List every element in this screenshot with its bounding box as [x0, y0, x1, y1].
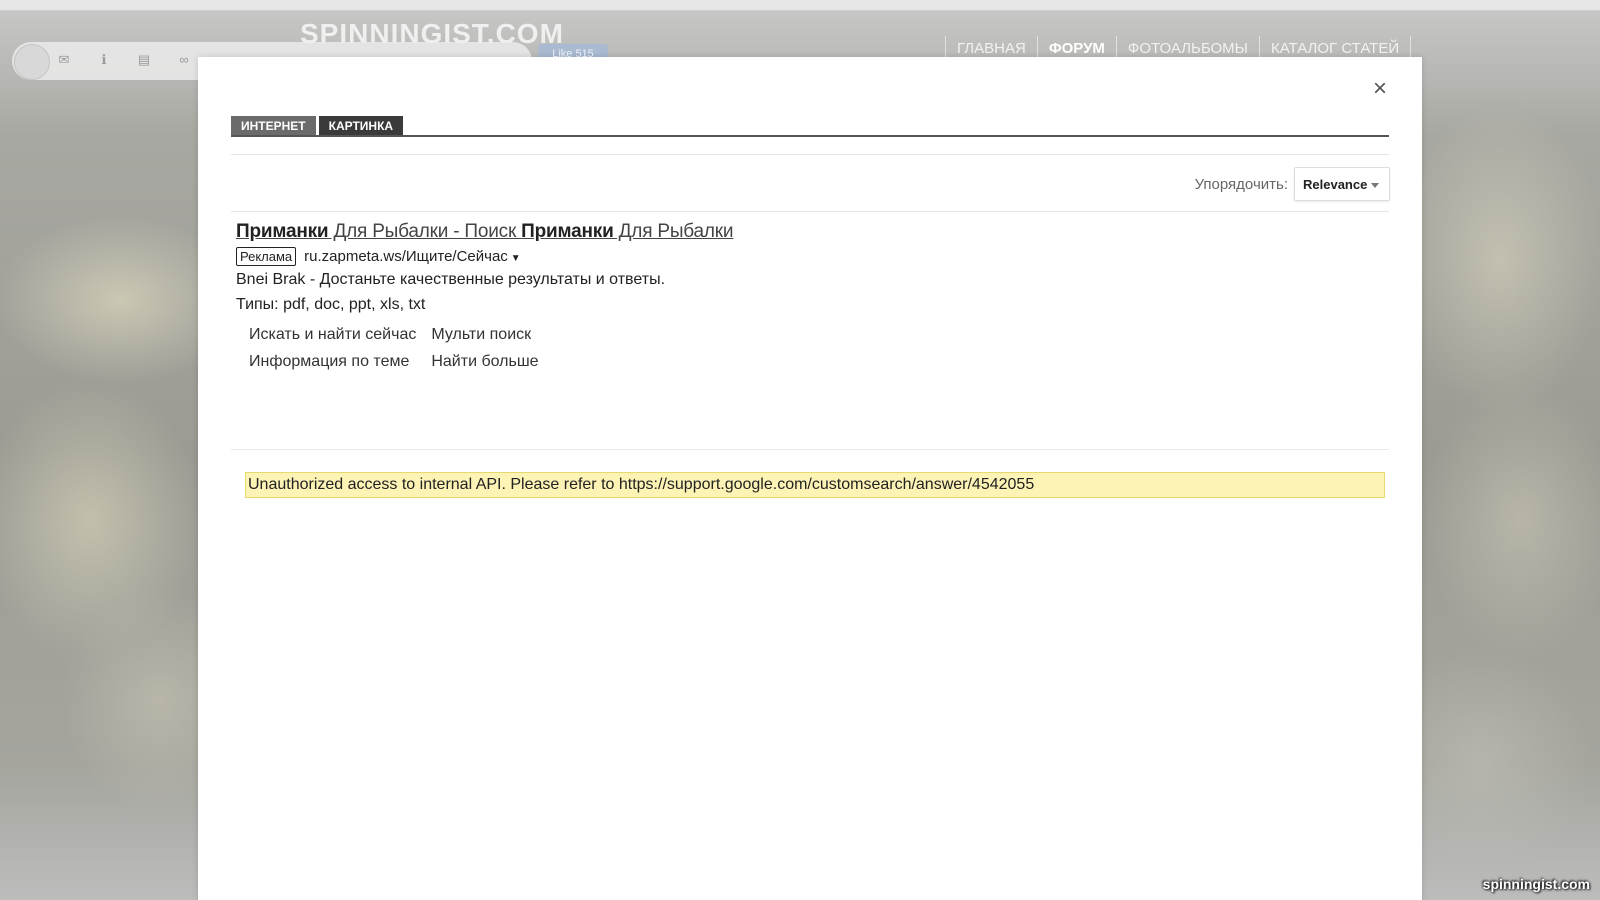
- nav-item-photo-albums[interactable]: ФОТОАЛЬБОМЫ: [1117, 36, 1260, 58]
- site-nav: ГЛАВНАЯ ФОРУМ ФОТОАЛЬБОМЫ КАТАЛОГ СТАТЕЙ: [945, 36, 1412, 58]
- sitelink-topic-info[interactable]: Информация по теме: [249, 352, 416, 372]
- mail-icon[interactable]: ✉: [56, 52, 72, 68]
- tab-image[interactable]: КАРТИНКА: [318, 116, 404, 135]
- ad-file-types: Типы: pdf, doc, ppt, xls, txt: [236, 296, 426, 313]
- sort-selected-value: Relevance: [1303, 177, 1368, 192]
- info-icon[interactable]: ℹ: [96, 52, 112, 68]
- error-message: Unauthorized access to internal API. Ple…: [245, 472, 1385, 498]
- sort-label: Упорядочить:: [1194, 175, 1288, 193]
- dropdown-arrow-icon[interactable]: ▼: [511, 253, 521, 264]
- avatar[interactable]: [14, 44, 50, 80]
- divider: [231, 211, 1389, 212]
- nav-item-articles-catalog[interactable]: КАТАЛОГ СТАТЕЙ: [1260, 36, 1412, 58]
- document-icon[interactable]: ▤: [136, 52, 152, 68]
- sitelink-find-more[interactable]: Найти больше: [431, 352, 538, 372]
- ad-result: Приманки Для Рыбалки - Поиск Приманки Дл…: [236, 221, 1386, 372]
- sort-dropdown[interactable]: Relevance: [1294, 167, 1390, 201]
- search-tabs: ИНТЕРНЕТ КАРТИНКА: [231, 116, 1389, 137]
- sort-control: Упорядочить: Relevance: [1195, 167, 1390, 201]
- browser-top-strip: [0, 0, 1600, 11]
- ad-badge: Реклама: [236, 247, 297, 266]
- divider: [231, 154, 1389, 155]
- ad-sitelinks: Искать и найти сейчас Мульти поиск Инфор…: [249, 325, 539, 372]
- tab-web[interactable]: ИНТЕРНЕТ: [231, 116, 316, 135]
- close-icon[interactable]: ×: [1368, 77, 1392, 101]
- ad-description: Bnei Brak - Достаньте качественные резул…: [236, 271, 666, 288]
- chevron-down-icon: [1371, 183, 1379, 188]
- watermark: spinningist.com: [1482, 876, 1590, 892]
- nav-item-home[interactable]: ГЛАВНАЯ: [945, 36, 1038, 58]
- search-results-modal: × ИНТЕРНЕТ КАРТИНКА Упорядочить: Relevan…: [198, 57, 1422, 900]
- link-icon[interactable]: ∞: [176, 52, 192, 68]
- nav-item-forum[interactable]: ФОРУМ: [1038, 36, 1117, 58]
- ad-title-link[interactable]: Приманки Для Рыбалки - Поиск Приманки Дл…: [236, 221, 734, 243]
- sitelink-multi-search[interactable]: Мульти поиск: [431, 325, 538, 345]
- ad-url[interactable]: ru.zapmeta.ws/Ищите/Сейчас ▼: [304, 248, 521, 265]
- sitelink-search-now[interactable]: Искать и найти сейчас: [249, 325, 416, 345]
- divider: [231, 449, 1389, 450]
